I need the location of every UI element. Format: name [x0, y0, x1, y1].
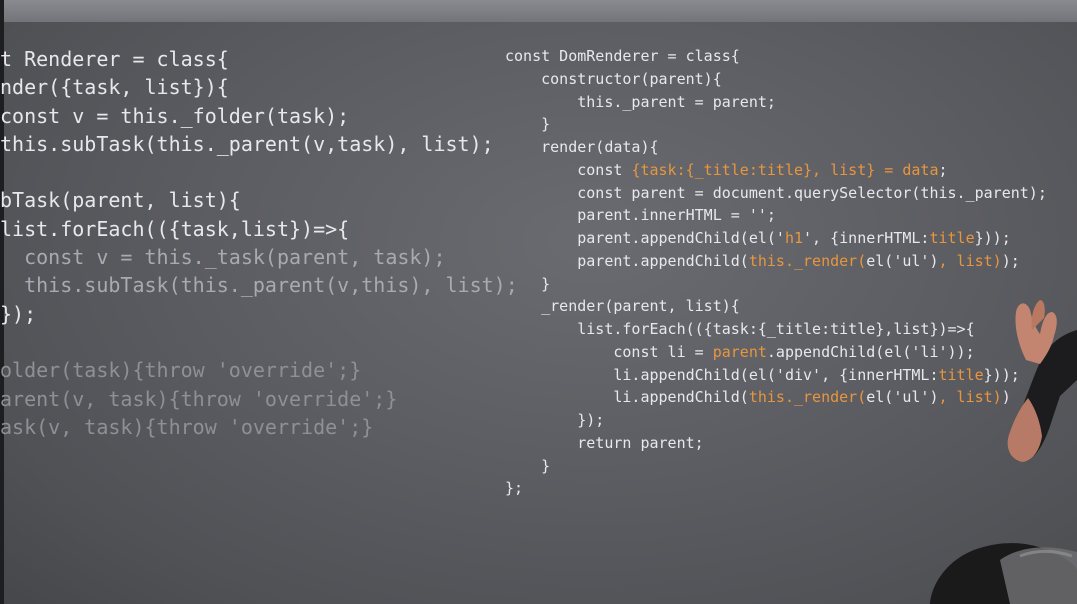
- right-code-line: const {task:{_title:title}, list} = data…: [505, 159, 1047, 182]
- left-code-line: arent(v, task){throw 'override';}: [0, 385, 518, 413]
- code-token: nder({task, list}){: [0, 75, 229, 100]
- right-code-line: _render(parent, list){: [505, 295, 1047, 318]
- code-token: }: [505, 456, 551, 475]
- right-code-line: });: [505, 409, 1047, 432]
- code-token: const parent = document.querySelector(th…: [505, 183, 1047, 202]
- right-code-line: constructor(parent){: [505, 68, 1047, 91]
- code-token: parent.innerHTML = '';: [505, 206, 776, 225]
- left-code-block: t Renderer = class{ nder({task, list}){ co…: [0, 45, 518, 441]
- left-code-line: });: [0, 300, 518, 328]
- left-code-line: list.forEach(({task,list})=>{: [0, 215, 518, 243]
- code-token: ): [1001, 388, 1011, 407]
- code-token: parent: [712, 342, 767, 361]
- left-code-line: t Renderer = class{: [0, 45, 518, 73]
- left-code-line: older(task){throw 'override';}: [0, 356, 518, 384]
- right-code-line: }: [505, 113, 1047, 136]
- code-token: this.subTask(this._parent(v,task), list)…: [0, 131, 494, 156]
- right-code-line: parent.appendChild(this._render(el('ul')…: [505, 250, 1047, 273]
- left-code-line: [0, 158, 518, 186]
- left-code-line: bTask(parent, list){: [0, 186, 518, 214]
- right-code-line: this._parent = parent;: [505, 91, 1047, 114]
- right-code-line: };: [505, 477, 1047, 500]
- code-token: });: [0, 301, 37, 326]
- right-code-line: list.forEach(({task:{_title:title},list}…: [505, 318, 1047, 341]
- code-token: this._render(: [748, 251, 867, 270]
- left-code-line: ask(v, task){throw 'override';}: [0, 413, 518, 441]
- code-token: el('ul'): [866, 251, 939, 270]
- projection-screen: t Renderer = class{ nder({task, list}){ co…: [0, 0, 1077, 604]
- code-token: _render(parent, list){: [505, 297, 740, 316]
- code-token: li.appendChild(: [505, 388, 749, 407]
- code-token: .appendChild(el('li'));: [766, 342, 975, 361]
- screen-top-band: [0, 0, 1077, 22]
- right-code-line: li.appendChild(el('div', {innerHTML:titl…: [505, 364, 1047, 387]
- right-code-block: const DomRenderer = class{ constructor(p…: [505, 45, 1047, 500]
- left-code-line: this.subTask(this._parent(v,task), list)…: [0, 130, 518, 158]
- audience-head: [930, 543, 1077, 604]
- code-token: constructor(parent){: [505, 69, 722, 88]
- code-token: });: [505, 411, 605, 429]
- right-code-line: const li = parent.appendChild(el('li'));: [505, 341, 1047, 364]
- code-token: ', {innerHTML:: [803, 229, 930, 247]
- right-code-line: const DomRenderer = class{: [505, 45, 1047, 68]
- code-token: render(data){: [505, 138, 659, 156]
- code-token: , list): [938, 251, 1002, 270]
- code-token: }: [505, 115, 551, 134]
- code-token: );: [1001, 251, 1020, 270]
- left-code-line: [0, 328, 518, 356]
- code-token: }));: [983, 365, 1020, 384]
- code-token: parent.appendChild(: [505, 251, 749, 270]
- code-token: {task:{_title:title}, list} = data: [631, 160, 939, 179]
- left-code-line: nder({task, list}){: [0, 73, 518, 101]
- right-code-line: }: [505, 273, 1047, 296]
- code-token: const DomRenderer = class{: [505, 47, 740, 65]
- code-token: title: [929, 229, 975, 247]
- code-token: const v = this._task(parent, task);: [0, 245, 446, 270]
- code-token: const: [505, 160, 632, 179]
- left-code-line: const v = this._folder(task);: [0, 102, 518, 130]
- code-token: parent.appendChild(el(': [505, 229, 785, 247]
- right-code-line: li.appendChild(this._render(el('ul'), li…: [505, 386, 1047, 409]
- right-code-line: parent.innerHTML = '';: [505, 204, 1047, 227]
- code-token: h1: [784, 229, 804, 247]
- code-token: title: [938, 365, 984, 384]
- right-code-line: render(data){: [505, 136, 1047, 159]
- code-token: const li =: [505, 342, 713, 361]
- code-token: this.subTask(this._parent(v,this), list)…: [0, 273, 518, 298]
- right-code-line: parent.appendChild(el('h1', {innerHTML:t…: [505, 227, 1047, 250]
- code-token: list.forEach(({task,list})=>{: [0, 216, 350, 241]
- right-code-line: const parent = document.querySelector(th…: [505, 182, 1047, 205]
- code-token: ask(v, task){throw 'override';}: [0, 414, 374, 439]
- code-token: arent(v, task){throw 'override';}: [0, 386, 398, 411]
- right-code-line: return parent;: [505, 432, 1047, 455]
- right-code-line: }: [505, 455, 1047, 478]
- code-token: };: [505, 479, 524, 498]
- code-token: bTask(parent, list){: [0, 188, 241, 213]
- left-code-line: this.subTask(this._parent(v,this), list)…: [0, 271, 518, 299]
- code-token: const v = this._folder(task);: [0, 103, 350, 128]
- code-token: }: [505, 274, 551, 293]
- code-token: older(task){throw 'override';}: [0, 358, 362, 383]
- left-code-line: const v = this._task(parent, task);: [0, 243, 518, 271]
- code-token: , list): [938, 388, 1002, 407]
- code-token: t Renderer = class{: [0, 47, 229, 71]
- code-token: li.appendChild(el('div', {innerHTML:: [505, 365, 939, 384]
- code-token: }));: [974, 229, 1011, 247]
- code-token: el('ul'): [866, 388, 939, 407]
- code-token: ;: [938, 160, 948, 179]
- code-token: return parent;: [505, 433, 704, 452]
- code-token: list.forEach(({task:{_title:title},list}…: [505, 320, 975, 338]
- code-token: this._render(: [748, 388, 867, 407]
- code-token: this._parent = parent;: [505, 92, 776, 111]
